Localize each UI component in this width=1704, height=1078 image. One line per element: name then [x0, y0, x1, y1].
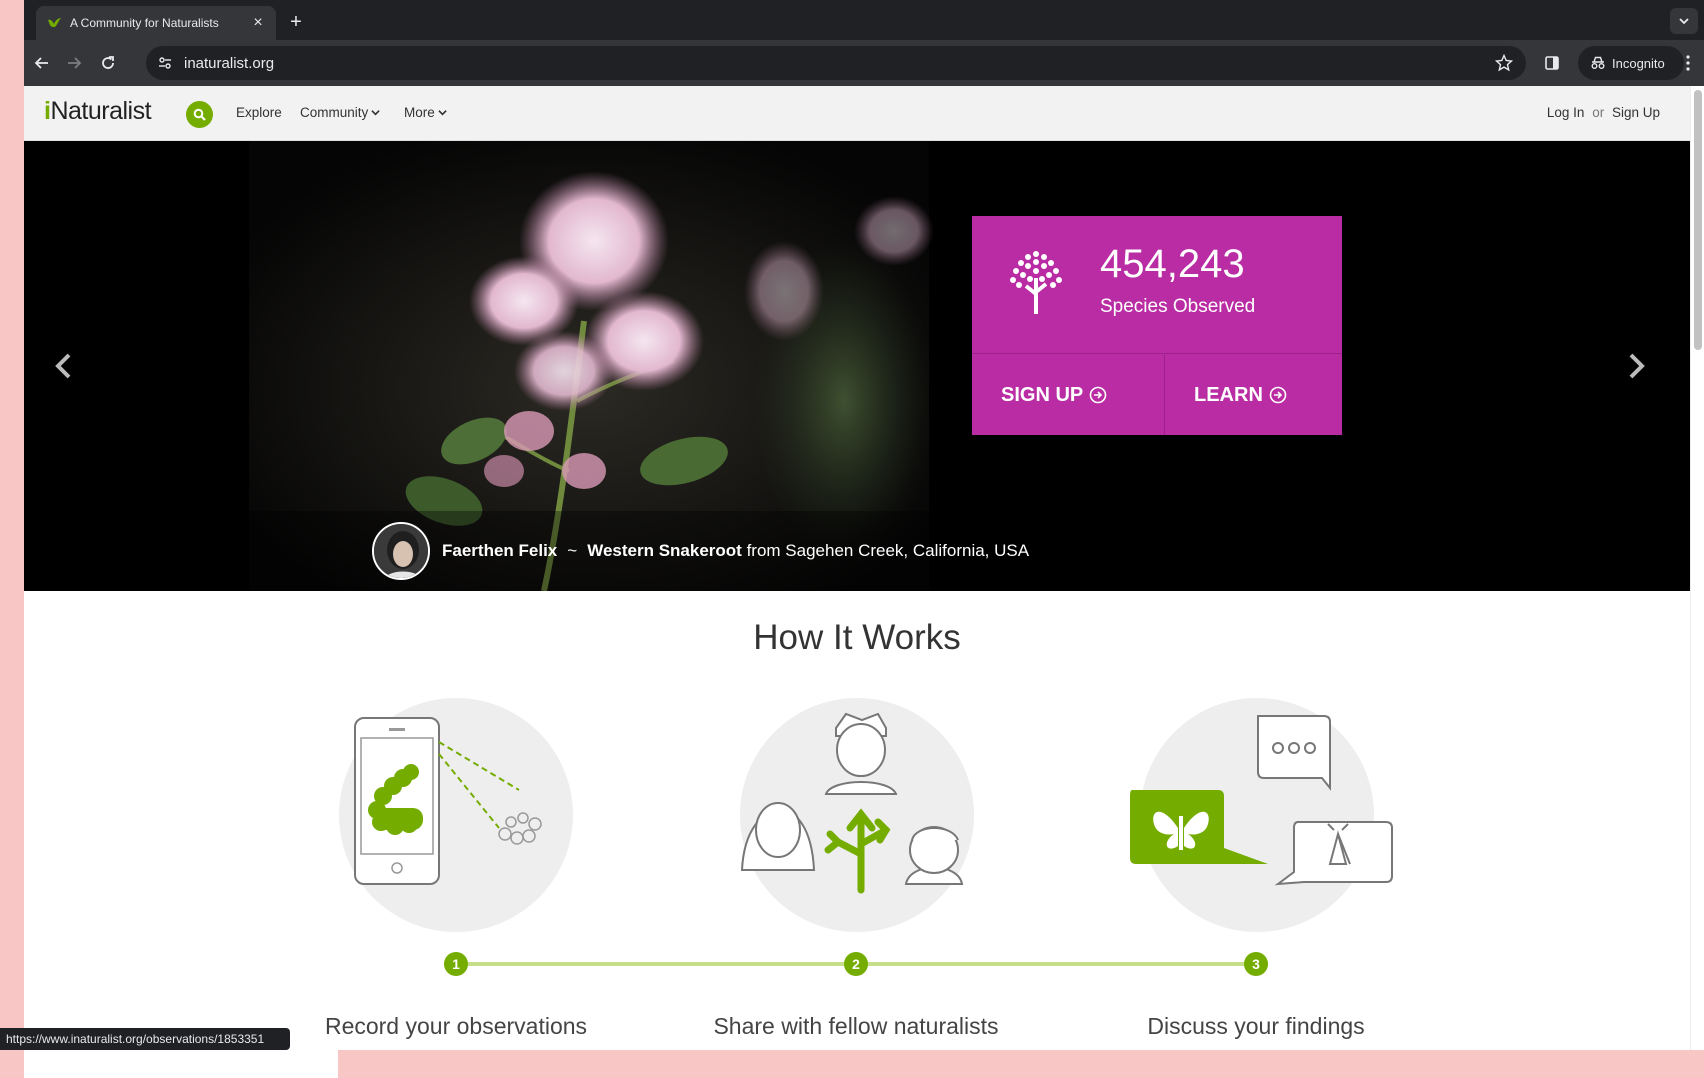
forward-button[interactable] — [60, 49, 88, 77]
step-label-2: Share with fellow naturalists — [713, 1013, 999, 1039]
learn-button-label: LEARN — [1194, 383, 1263, 406]
nav-community[interactable]: Community — [300, 105, 380, 120]
tab-title: A Community for Naturalists — [70, 16, 219, 30]
species-stat-card: 454,243 Species Observed SIGN UP LEARN — [972, 216, 1342, 435]
chevron-left-icon — [55, 353, 71, 379]
signup-button[interactable]: SIGN UP — [1001, 355, 1107, 435]
auth-links: Log In or Sign Up — [1547, 105, 1660, 120]
learn-button[interactable]: LEARN — [1194, 355, 1287, 435]
site-info-icon[interactable] — [152, 50, 178, 76]
status-bar-url: https://www.inaturalist.org/observations… — [0, 1028, 290, 1050]
reload-icon — [102, 56, 114, 69]
inaturalist-logo[interactable]: iNaturalist — [44, 97, 152, 126]
species-count: 454,243 — [1100, 242, 1245, 286]
step-1-illustration — [339, 698, 573, 932]
auth-or: or — [1592, 105, 1605, 120]
nav-more-label: More — [404, 105, 435, 120]
step-3-illustration — [1130, 698, 1393, 932]
step-number-1: 1 — [444, 952, 468, 976]
credit-species[interactable]: Western Snakeroot — [587, 541, 742, 560]
site-header: iNaturalist Explore Community More Log I… — [24, 86, 1690, 141]
step-2-illustration — [740, 698, 974, 932]
hero-carousel: 454,243 Species Observed SIGN UP LEARN F… — [24, 141, 1690, 591]
incognito-label: Incognito — [1612, 55, 1665, 71]
incognito-icon — [1591, 56, 1605, 69]
star-icon[interactable] — [1490, 49, 1518, 77]
nav-community-label: Community — [300, 105, 369, 120]
avatar[interactable] — [372, 522, 430, 580]
menu-dots-icon[interactable] — [1676, 49, 1700, 77]
nav-more[interactable]: More — [404, 105, 447, 120]
signup-button-label: SIGN UP — [1001, 383, 1084, 406]
bird-favicon-icon — [48, 18, 61, 28]
how-it-works-title: How It Works — [753, 618, 961, 657]
reload-button[interactable] — [94, 49, 122, 77]
chevron-down-icon — [438, 110, 447, 116]
discussion-butterfly-icon — [1130, 715, 1393, 886]
tab-search-button[interactable] — [1670, 8, 1698, 34]
new-tab-button[interactable]: + — [282, 8, 310, 36]
chevron-down-icon — [371, 110, 380, 116]
credit-location: from Sagehen Creek, California, USA — [746, 541, 1030, 560]
page-viewport: iNaturalist Explore Community More Log I… — [24, 86, 1704, 1078]
circle-arrow-icon — [1269, 386, 1287, 404]
credit-sep: ~ — [567, 541, 578, 560]
chevron-down-icon — [1679, 18, 1689, 25]
species-label: Species Observed — [1100, 296, 1256, 317]
carousel-prev[interactable] — [48, 341, 78, 391]
steps-timeline — [468, 962, 1268, 966]
browser-tab[interactable]: A Community for Naturalists × — [36, 6, 276, 40]
search-icon — [193, 108, 206, 121]
phone-caterpillar-icon — [354, 717, 542, 885]
carousel-next[interactable] — [1622, 341, 1652, 391]
address-bar[interactable]: inaturalist.org — [146, 46, 1526, 80]
tree-icon — [1010, 251, 1062, 314]
step-number-2: 2 — [844, 952, 868, 976]
step-label-3: Discuss your findings — [1147, 1013, 1365, 1039]
logo-text: Naturalist — [50, 97, 152, 125]
back-arrow-icon — [34, 57, 48, 69]
signup-link[interactable]: Sign Up — [1612, 105, 1660, 120]
incognito-button[interactable]: Incognito — [1578, 46, 1684, 80]
circle-arrow-icon — [1089, 386, 1107, 404]
scroll-thumb[interactable] — [1694, 90, 1702, 350]
credit-text: Faerthen Felix ~ Western Snakeroot from Sa… — [442, 541, 1029, 561]
stat-divider — [1164, 355, 1165, 435]
stat-header: 454,243 Species Observed — [972, 216, 1342, 354]
credit-user[interactable]: Faerthen Felix — [442, 541, 557, 560]
step-number-3: 3 — [1244, 952, 1268, 976]
close-icon[interactable]: × — [250, 14, 266, 32]
tab-strip: A Community for Naturalists × + — [24, 0, 1704, 40]
page-scrollbar[interactable] — [1690, 86, 1704, 1078]
photo-credit: Faerthen Felix ~ Western Snakeroot from Sa… — [372, 521, 1029, 581]
background-strip — [338, 1050, 1704, 1078]
forward-arrow-icon — [68, 57, 82, 69]
login-link[interactable]: Log In — [1547, 105, 1585, 120]
back-button[interactable] — [28, 49, 56, 77]
side-panel-icon[interactable] — [1538, 49, 1566, 77]
browser-toolbar: inaturalist.org Incognito — [24, 40, 1704, 86]
step-label-1: Record your observations — [324, 1013, 588, 1039]
chevron-right-icon — [1629, 353, 1645, 379]
search-button[interactable] — [186, 101, 213, 128]
browser-window: A Community for Naturalists × + inatural… — [24, 0, 1704, 1078]
people-share-icon — [740, 712, 964, 894]
url-text: inaturalist.org — [184, 54, 275, 72]
nav-explore-label: Explore — [236, 105, 282, 120]
nav-explore[interactable]: Explore — [236, 105, 282, 120]
